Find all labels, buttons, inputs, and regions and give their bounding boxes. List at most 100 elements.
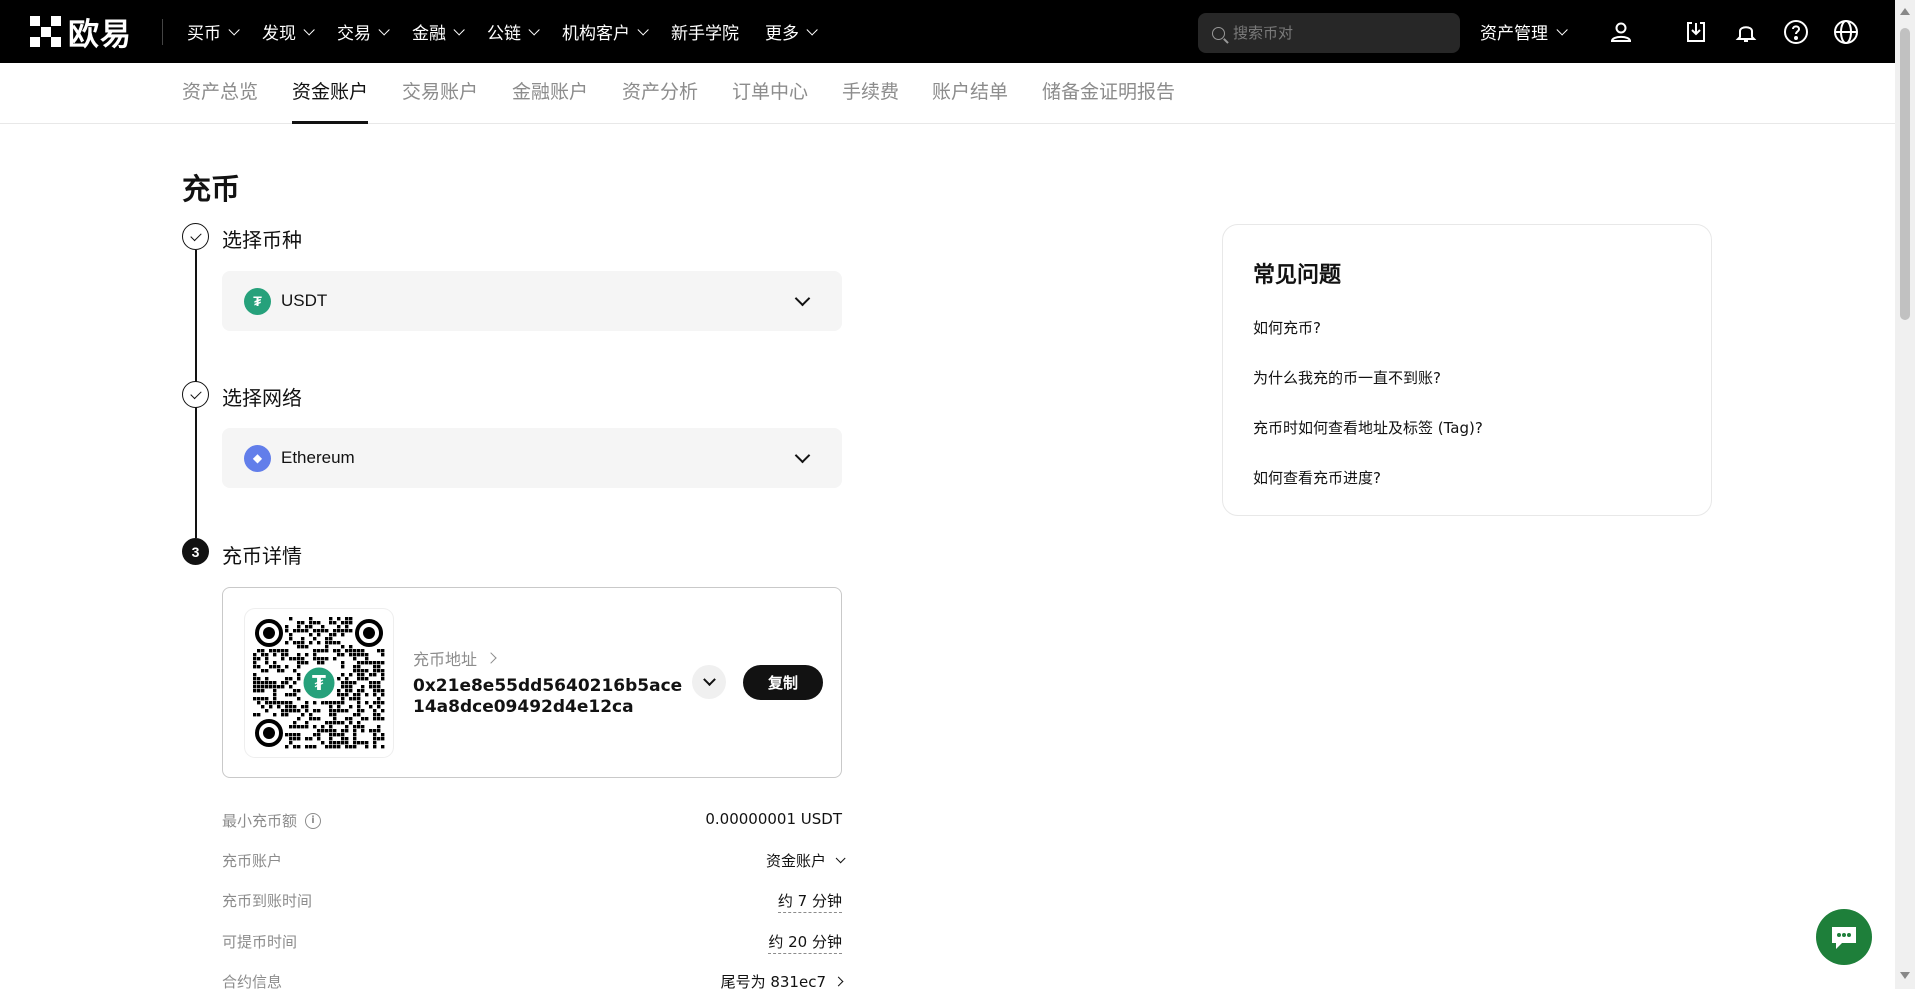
nav-item-5[interactable]: 机构客户: [562, 19, 649, 44]
chevron-down-icon: [702, 672, 716, 686]
bell-icon[interactable]: [1731, 17, 1761, 47]
faq-item-link[interactable]: 为什么我充的币一直不到账?: [1253, 367, 1441, 388]
search-input[interactable]: [1233, 24, 1443, 42]
chevron-down-icon: [528, 23, 540, 36]
faq-panel: 常见问题 如何充币? 为什么我充的币一直不到账? 充币时如何查看地址及标签 (Tag…: [1222, 224, 1712, 516]
step-3-label: 充币详情: [222, 544, 302, 568]
subnav-tab-3[interactable]: 金融账户: [512, 63, 588, 124]
nav-item-0[interactable]: 买币: [187, 19, 240, 44]
globe-icon[interactable]: [1831, 17, 1861, 47]
nav-item-label: 机构客户: [562, 24, 630, 44]
subnav-tab-2[interactable]: 交易账户: [402, 63, 478, 124]
info-row-value-wrap[interactable]: 约 7 分钟: [777, 890, 842, 913]
account-subnav: 资产总览 资金账户 交易账户 金融账户 资产分析 订单中心 手续费 账户结单 储备金证明报告: [0, 63, 1895, 124]
faq-item-link[interactable]: 充币时如何查看地址及标签 (Tag)?: [1253, 417, 1483, 438]
scroll-up-icon[interactable]: [1900, 8, 1910, 15]
subnav-tab-8[interactable]: 储备金证明报告: [1042, 63, 1175, 124]
copy-address-button[interactable]: 复制: [743, 665, 823, 700]
nav-item-label: 买币: [187, 24, 221, 44]
ethereum-icon: ◆: [244, 444, 271, 472]
info-row-value-wrap[interactable]: 约 20 分钟: [768, 931, 842, 954]
chat-icon: [1832, 927, 1856, 949]
top-navbar: 欧易 买币 发现 交易 金融 公链 机构客户 新手学院 更多 资产管理: [0, 0, 1895, 63]
info-row-key: 最小充币额: [222, 812, 298, 830]
deposit-address: 0x21e8e55dd5640216b5ace14a8dce09492d4e12…: [413, 676, 683, 717]
faq-title: 常见问题: [1253, 263, 1342, 288]
chevron-right-icon: [833, 976, 844, 987]
chevron-down-icon: [835, 853, 846, 864]
download-icon[interactable]: [1681, 17, 1711, 47]
subnav-tab-6[interactable]: 手续费: [842, 63, 899, 124]
subnav-tab-0[interactable]: 资产总览: [182, 63, 258, 124]
subnav-tab-4[interactable]: 资产分析: [622, 63, 698, 124]
scroll-down-icon[interactable]: [1900, 972, 1910, 979]
chevron-down-icon: [453, 23, 465, 36]
info-row-value: 0.00000001 USDT: [705, 810, 842, 828]
step-2-label: 选择网络: [222, 386, 302, 410]
info-row: 可提币时间 约 20 分钟: [222, 929, 842, 954]
nav-item-3[interactable]: 金融: [412, 19, 465, 44]
deposit-address-label[interactable]: 充币地址: [413, 646, 497, 670]
search-icon: [1212, 26, 1225, 40]
info-row-value-wrap[interactable]: 尾号为 831ec7: [720, 971, 844, 989]
chevron-right-icon: [485, 652, 497, 664]
okx-logo-icon: [30, 16, 61, 47]
faq-item-link[interactable]: 如何充币?: [1253, 317, 1321, 338]
page-scrollbar[interactable]: [1895, 0, 1915, 989]
nav-item-6[interactable]: 新手学院: [671, 19, 739, 44]
info-icon[interactable]: i: [305, 812, 322, 829]
network-select[interactable]: ◆ Ethereum: [222, 428, 842, 488]
coin-select[interactable]: ₮ USDT: [222, 271, 842, 331]
chevron-down-icon: [794, 290, 811, 307]
brand-logo[interactable]: 欧易: [30, 0, 132, 63]
step-3-number: 3: [182, 538, 209, 565]
info-row-value-wrap: 0.00000001 USDT: [705, 810, 842, 828]
asset-management-menu[interactable]: 资产管理: [1480, 0, 1568, 63]
subnav-tab-7[interactable]: 账户结单: [932, 63, 1008, 124]
subnav-tab-5[interactable]: 订单中心: [732, 63, 808, 124]
info-row-key-wrap: 合约信息: [222, 971, 282, 989]
nav-item-label: 金融: [412, 24, 446, 44]
nav-item-7[interactable]: 更多: [765, 19, 818, 44]
scrollbar-thumb[interactable]: [1900, 28, 1910, 320]
tether-icon: ₮: [312, 671, 326, 695]
info-row-key-wrap: 充币账户: [222, 850, 282, 871]
network-select-value: Ethereum: [281, 448, 355, 467]
search-box[interactable]: [1198, 13, 1460, 53]
info-row-value: 约 20 分钟: [768, 931, 842, 954]
info-row-key: 充币账户: [222, 852, 283, 870]
step-1-label: 选择币种: [222, 228, 302, 252]
nav-item-1[interactable]: 发现: [262, 19, 315, 44]
nav-divider: [162, 18, 163, 45]
deposit-qr-code: ₮: [245, 609, 393, 757]
tether-icon: ₮: [244, 287, 271, 315]
step-2-done-icon: [182, 381, 209, 408]
info-row-value: 约 7 分钟: [777, 890, 842, 913]
user-icon[interactable]: [1606, 17, 1636, 47]
info-row-key: 合约信息: [222, 973, 283, 989]
info-row-key: 可提币时间: [222, 933, 298, 951]
asset-management-label: 资产管理: [1480, 24, 1548, 44]
chevron-down-icon: [378, 23, 390, 36]
info-row-key-wrap: 可提币时间: [222, 931, 297, 952]
nav-item-label: 交易: [337, 24, 371, 44]
step-1-done-icon: [182, 223, 209, 250]
expand-address-button[interactable]: [692, 665, 726, 699]
info-row-value: 尾号为 831ec7: [720, 973, 826, 989]
faq-item-link[interactable]: 如何查看充币进度?: [1253, 467, 1381, 488]
coin-select-value: USDT: [281, 291, 328, 310]
info-row-key-wrap: 最小充币额 i: [222, 810, 322, 831]
nav-item-label: 更多: [765, 24, 799, 44]
chevron-down-icon: [1556, 23, 1568, 36]
info-row: 合约信息 尾号为 831ec7: [222, 969, 844, 989]
subnav-tab-1[interactable]: 资金账户: [292, 63, 369, 124]
support-chat-button[interactable]: [1816, 909, 1872, 965]
nav-item-2[interactable]: 交易: [337, 19, 390, 44]
deposit-detail-card: ₮ 充币地址 0x21e8e55dd5640216b5ace14a8dce094…: [222, 587, 842, 778]
nav-item-label: 公链: [487, 24, 521, 44]
info-row-value-wrap[interactable]: 资金账户: [766, 850, 846, 871]
nav-item-4[interactable]: 公链: [487, 19, 540, 44]
deposit-address-label-text: 充币地址: [413, 650, 478, 669]
help-icon[interactable]: [1781, 17, 1811, 47]
brand-name: 欧易: [68, 17, 132, 53]
